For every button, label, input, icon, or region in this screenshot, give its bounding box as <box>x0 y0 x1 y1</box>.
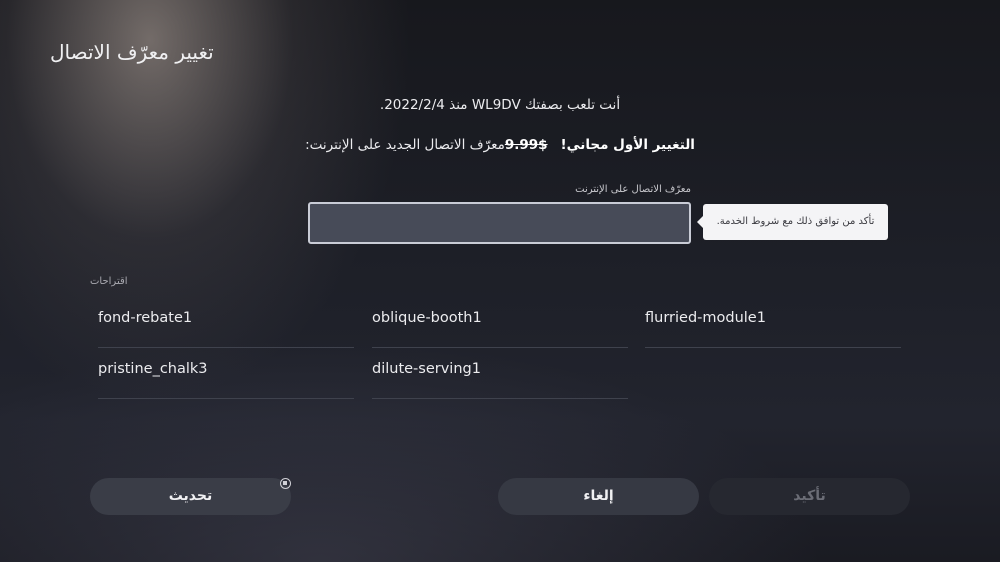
square-button-icon <box>280 478 291 489</box>
suggestion-item[interactable]: flurried-module1 <box>645 298 901 348</box>
suggestion-item[interactable]: fond-rebate1 <box>98 298 354 348</box>
terms-tooltip: تأكد من توافق ذلك مع شروط الخدمة. <box>697 204 888 240</box>
online-id-input[interactable] <box>308 202 691 244</box>
suggestions-label: اقتراحات <box>90 276 128 287</box>
playing-since-text: أنت تلعب بصفتك WL9DV منذ 2022/2/4. <box>379 97 621 113</box>
suggestion-item[interactable]: dilute-serving1 <box>372 349 628 399</box>
confirm-button[interactable]: تأكيد <box>709 478 910 515</box>
suggestion-item[interactable]: pristine_chalk3 <box>98 349 354 399</box>
free-change-text: التغيير الأول مجاني! <box>560 137 695 153</box>
suggestion-item[interactable]: oblique-booth1 <box>372 298 628 348</box>
page-title: تغيير معرّف الاتصال <box>50 40 214 64</box>
cancel-button[interactable]: إلغاء <box>498 478 699 515</box>
enter-new-id-text: معرّف الاتصال الجديد على الإنترنت: <box>305 137 505 153</box>
old-price-text: $9.99 <box>504 137 548 153</box>
refresh-button[interactable]: تحديث <box>90 478 291 515</box>
price-info-text: التغيير الأول مجاني! $9.99معرّف الاتصال … <box>0 137 1000 153</box>
online-id-label: معرّف الاتصال على الإنترنت <box>575 184 691 195</box>
